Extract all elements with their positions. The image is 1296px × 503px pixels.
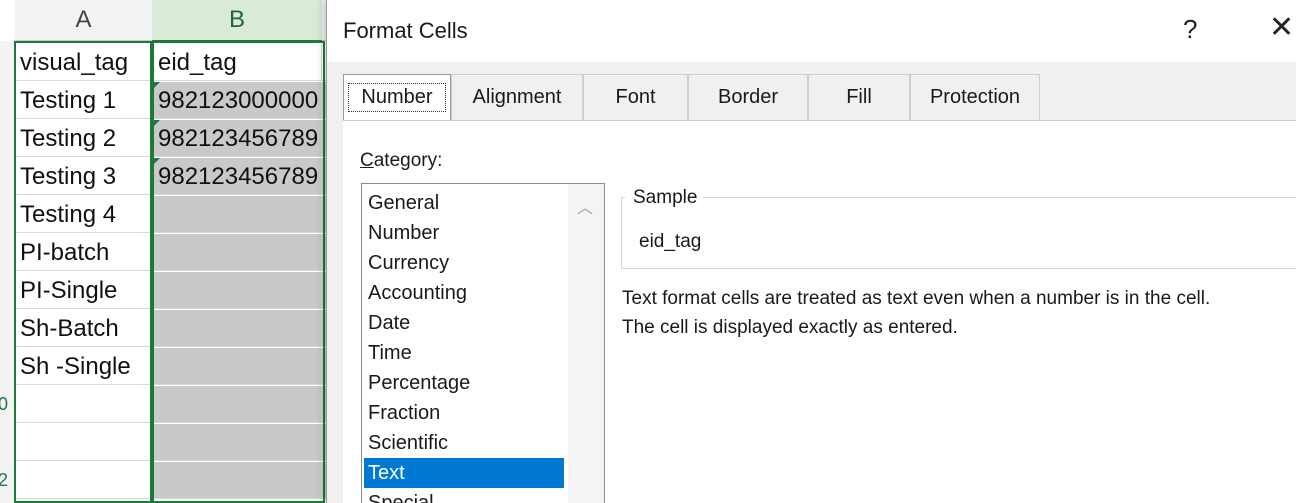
category-item-percentage[interactable]: Percentage xyxy=(364,368,564,398)
tab-font-label: Font xyxy=(615,86,656,108)
row-number-label[interactable]: 0 xyxy=(0,394,8,415)
tab-fill[interactable]: Fill xyxy=(808,74,910,120)
close-icon[interactable]: ✕ xyxy=(1269,10,1294,45)
number-as-text-warning-icon[interactable] xyxy=(152,120,160,128)
cell-a3[interactable]: Testing 2 xyxy=(15,120,152,157)
cell-a12[interactable] xyxy=(15,462,152,499)
format-description: Text format cells are treated as text ev… xyxy=(622,284,1210,342)
number-tab-panel: Category: General Number Currency Accountin… xyxy=(343,120,1296,503)
column-header-b-label: B xyxy=(228,6,245,33)
category-item-general[interactable]: General xyxy=(364,188,564,218)
cell-a1[interactable]: visual_tag xyxy=(15,44,152,81)
tab-alignment[interactable]: Alignment xyxy=(451,74,583,120)
cell-b12[interactable] xyxy=(152,462,322,499)
scroll-up-icon[interactable]: ︿ xyxy=(577,194,593,218)
cell-a5[interactable]: Testing 4 xyxy=(15,196,152,233)
tab-font[interactable]: Font xyxy=(583,74,688,120)
number-as-text-warning-icon[interactable] xyxy=(152,158,160,166)
cell-b2-value: 982123000000 xyxy=(158,87,319,114)
spreadsheet-grid: A B visual_tag eid_tag Testing 1 9821230000… xyxy=(0,0,330,503)
cell-b2[interactable]: 982123000000 xyxy=(152,82,322,119)
cell-b5[interactable] xyxy=(152,196,322,233)
tab-border-label: Border xyxy=(717,86,779,108)
category-item-special[interactable]: Special xyxy=(364,488,564,503)
cell-a8[interactable]: Sh-Batch xyxy=(15,310,152,347)
cell-b10[interactable] xyxy=(152,386,322,423)
tab-number[interactable]: Number xyxy=(343,74,451,121)
row-number-label[interactable]: 2 xyxy=(0,470,8,491)
dialog-title: Format Cells xyxy=(343,18,468,43)
cell-b1-value: eid_tag xyxy=(158,49,237,76)
tab-number-label: Number xyxy=(348,83,446,112)
cell-a7[interactable]: PI-Single xyxy=(15,272,152,309)
category-label-accesskey: C xyxy=(360,150,374,171)
tab-protection-label: Protection xyxy=(929,86,1021,108)
sample-value: eid_tag xyxy=(639,231,702,252)
cell-a4[interactable]: Testing 3 xyxy=(15,158,152,195)
category-label-rest: ategory: xyxy=(373,150,443,171)
category-item-scientific[interactable]: Scientific xyxy=(364,428,564,458)
category-item-number[interactable]: Number xyxy=(364,218,564,248)
category-item-text[interactable]: Text xyxy=(364,458,564,488)
row-number-strip xyxy=(0,41,15,503)
column-header-a-label: A xyxy=(75,6,92,33)
category-item-currency[interactable]: Currency xyxy=(364,248,564,278)
number-as-text-warning-icon[interactable] xyxy=(152,82,160,90)
cell-a11[interactable] xyxy=(15,424,152,461)
category-listbox[interactable]: General Number Currency Accounting Date Time P… xyxy=(361,183,605,503)
help-icon[interactable]: ? xyxy=(1183,14,1197,45)
cell-b4[interactable]: 982123456789 xyxy=(152,158,322,195)
dialog-titlebar: Format Cells ? ✕ xyxy=(327,0,1296,62)
cell-b11[interactable] xyxy=(152,424,322,461)
format-description-line-1: Text format cells are treated as text ev… xyxy=(622,288,1211,309)
category-item-time[interactable]: Time xyxy=(364,338,564,368)
tab-border[interactable]: Border xyxy=(688,74,808,120)
tab-fill-label: Fill xyxy=(846,86,872,108)
tab-alignment-label: Alignment xyxy=(472,86,562,108)
cell-a2[interactable]: Testing 1 xyxy=(15,82,152,119)
cell-a10[interactable] xyxy=(15,386,152,423)
cell-a9[interactable]: Sh -Single xyxy=(15,348,152,385)
category-item-fraction[interactable]: Fraction xyxy=(364,398,564,428)
cell-b4-value: 982123456789 xyxy=(158,163,319,190)
tab-protection[interactable]: Protection xyxy=(910,74,1040,120)
column-header-b[interactable]: B xyxy=(152,0,323,42)
column-header-a[interactable]: A xyxy=(15,0,153,41)
sample-label: Sample xyxy=(625,187,704,209)
cell-a6[interactable]: PI-batch xyxy=(15,234,152,271)
sample-group xyxy=(621,197,1296,269)
cell-b8[interactable] xyxy=(152,310,322,347)
category-item-accounting[interactable]: Accounting xyxy=(364,278,564,308)
cell-b9[interactable] xyxy=(152,348,322,385)
category-scrollbar[interactable]: ︿ xyxy=(568,184,604,503)
format-cells-dialog: Format Cells ? ✕ Number Alignment Font B… xyxy=(326,0,1296,503)
cell-b3-value: 982123456789 xyxy=(158,125,319,152)
cell-b6[interactable] xyxy=(152,234,322,271)
cell-b1[interactable]: eid_tag xyxy=(152,44,322,81)
cell-b3[interactable]: 982123456789 xyxy=(152,120,322,157)
category-item-date[interactable]: Date xyxy=(364,308,564,338)
format-description-line-2: The cell is displayed exactly as entered… xyxy=(622,317,958,338)
cell-b7[interactable] xyxy=(152,272,322,309)
category-label: Category: xyxy=(360,150,442,172)
